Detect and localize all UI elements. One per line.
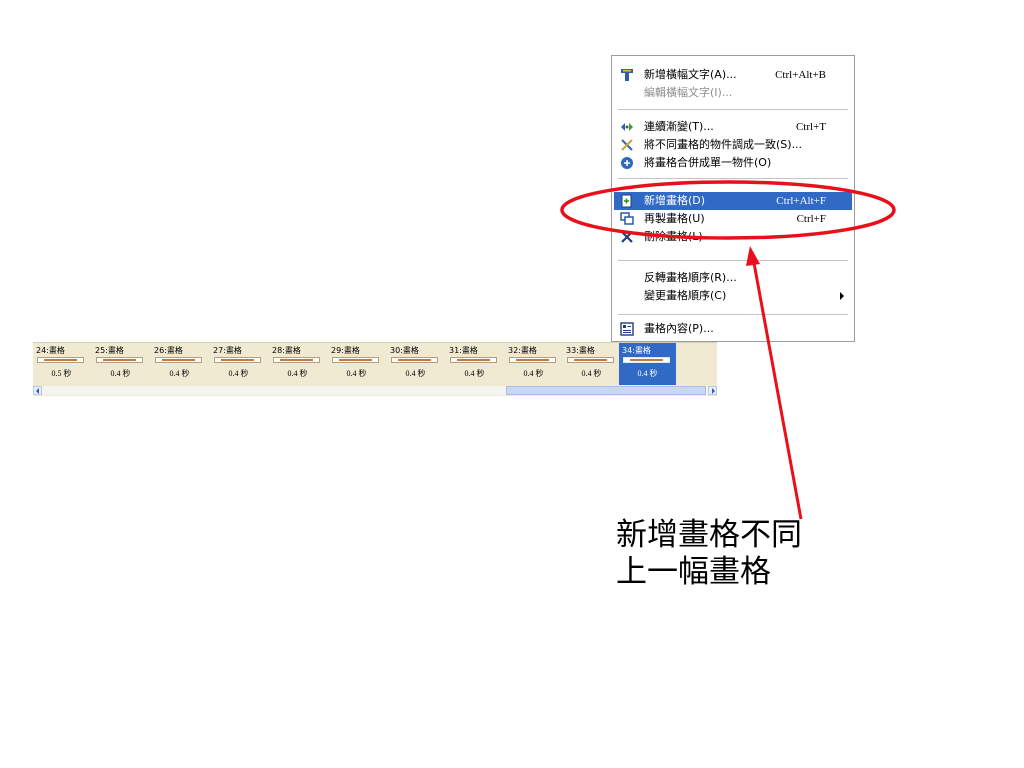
frame-delay: 0.4 秒 xyxy=(637,369,658,378)
frame-context-menu: 新增橫幅文字(A)... Ctrl+Alt+B 編輯橫幅文字(I)... 連續漸… xyxy=(611,55,855,342)
scrollbar-thumb[interactable] xyxy=(506,386,706,395)
frame-item[interactable]: 31:畫格 0.4 秒 xyxy=(446,343,503,385)
menu-item-label: 變更畫格順序(C) xyxy=(644,289,727,302)
frame-thumbnail xyxy=(450,357,497,363)
frame-name: 25:畫格 xyxy=(95,346,124,355)
menu-item-label: 新增橫幅文字(A)... xyxy=(644,68,737,81)
tween-icon xyxy=(621,123,633,131)
frame-name: 28:畫格 xyxy=(272,346,301,355)
menu-item-label: 將畫格合併成單一物件(O) xyxy=(644,156,772,169)
frame-list: 24:畫格 0.5 秒 25:畫格 0.4 秒 26:畫格 0.4 秒 27:畫… xyxy=(33,343,717,385)
frame-delay: 0.4 秒 xyxy=(405,369,426,378)
frame-name: 34:畫格 xyxy=(622,346,651,355)
frame-delay: 0.4 秒 xyxy=(464,369,485,378)
chevron-right-icon xyxy=(712,388,715,394)
frame-delay: 0.4 秒 xyxy=(110,369,131,378)
frame-name: 32:畫格 xyxy=(508,346,537,355)
menu-item-shortcut: Ctrl+Alt+B xyxy=(775,69,826,81)
frame-item[interactable]: 32:畫格 0.4 秒 xyxy=(505,343,562,385)
menu-separator xyxy=(618,314,848,315)
menu-item-tween[interactable]: 連續漸變(T)... Ctrl+T xyxy=(614,118,852,136)
frame-thumbnail xyxy=(155,357,202,363)
frame-delay: 0.4 秒 xyxy=(169,369,190,378)
frame-item[interactable]: 27:畫格 0.4 秒 xyxy=(210,343,267,385)
menu-item-shortcut: Ctrl+F xyxy=(796,213,826,225)
new-frame-icon xyxy=(621,194,632,208)
frame-delay: 0.4 秒 xyxy=(287,369,308,378)
frame-properties-icon xyxy=(620,322,634,336)
annotation-caption-line-1: 新增畫格不同 xyxy=(616,517,802,553)
frame-thumbnail xyxy=(37,357,84,363)
frame-delay: 0.4 秒 xyxy=(523,369,544,378)
menu-item-sync-objects[interactable]: 將不同畫格的物件調成一致(S)... xyxy=(614,136,852,154)
text-banner-icon xyxy=(621,69,633,81)
frame-name: 29:畫格 xyxy=(331,346,360,355)
submenu-arrow-icon xyxy=(840,292,844,300)
menu-item-label: 編輯橫幅文字(I)... xyxy=(644,86,733,99)
frame-thumbnail xyxy=(96,357,143,363)
frame-delay: 0.4 秒 xyxy=(581,369,602,378)
menu-item-reverse-frame-order[interactable]: 反轉畫格順序(R)... xyxy=(614,269,852,287)
menu-separator xyxy=(618,260,848,261)
menu-item-label: 將不同畫格的物件調成一致(S)... xyxy=(644,138,803,151)
annotation-caption: 新增畫格不同 上一幅畫格 xyxy=(616,517,856,591)
menu-item-add-frame[interactable]: 新增畫格(D) Ctrl+Alt+F xyxy=(614,192,852,210)
frame-name: 24:畫格 xyxy=(36,346,65,355)
menu-item-label: 再製畫格(U) xyxy=(644,212,705,225)
scroll-right-button[interactable] xyxy=(708,386,717,395)
frame-name: 27:畫格 xyxy=(213,346,242,355)
frame-item[interactable]: 25:畫格 0.4 秒 xyxy=(92,343,149,385)
frame-name: 30:畫格 xyxy=(390,346,419,355)
delete-frame-icon xyxy=(621,231,633,243)
frame-item[interactable]: 24:畫格 0.5 秒 xyxy=(33,343,90,385)
frame-thumbnail xyxy=(214,357,261,363)
frame-thumbnail xyxy=(509,357,556,363)
menu-item-label: 畫格內容(P)... xyxy=(644,322,714,335)
frame-thumbnail xyxy=(273,357,320,363)
menu-item-frame-properties[interactable]: 畫格內容(P)... xyxy=(614,320,852,338)
scroll-left-button[interactable] xyxy=(33,386,42,395)
frame-thumbnail xyxy=(332,357,379,363)
tools-icon xyxy=(621,139,633,151)
frame-thumbnail xyxy=(623,357,670,363)
menu-separator xyxy=(618,178,848,179)
menu-item-edit-banner-text[interactable]: 編輯橫幅文字(I)... xyxy=(614,84,852,102)
frame-item[interactable]: 29:畫格 0.4 秒 xyxy=(328,343,385,385)
duplicate-frame-icon xyxy=(620,212,634,225)
menu-item-label: 刪除畫格(L) xyxy=(644,230,703,243)
menu-item-shortcut: Ctrl+Alt+F xyxy=(776,195,826,207)
frame-item[interactable]: 33:畫格 0.4 秒 xyxy=(563,343,620,385)
frame-name: 33:畫格 xyxy=(566,346,595,355)
menu-item-label: 反轉畫格順序(R)... xyxy=(644,271,737,284)
frame-name: 31:畫格 xyxy=(449,346,478,355)
frame-item-selected[interactable]: 34:畫格 0.4 秒 xyxy=(619,343,676,385)
frame-thumbnail xyxy=(391,357,438,363)
menu-item-duplicate-frame[interactable]: 再製畫格(U) Ctrl+F xyxy=(614,210,852,228)
menu-item-label: 新增畫格(D) xyxy=(644,194,706,207)
frame-item[interactable]: 26:畫格 0.4 秒 xyxy=(151,343,208,385)
annotation-caption-line-2: 上一幅畫格 xyxy=(616,554,771,590)
menu-item-change-frame-order[interactable]: 變更畫格順序(C) xyxy=(614,287,852,305)
menu-item-delete-frame[interactable]: 刪除畫格(L) xyxy=(614,228,852,246)
frame-name: 26:畫格 xyxy=(154,346,183,355)
menu-item-merge-frames[interactable]: 將畫格合併成單一物件(O) xyxy=(614,154,852,172)
frame-delay: 0.4 秒 xyxy=(228,369,249,378)
menu-item-add-banner-text[interactable]: 新增橫幅文字(A)... Ctrl+Alt+B xyxy=(614,66,852,84)
horizontal-scrollbar[interactable] xyxy=(33,386,717,395)
frame-panel: 24:畫格 0.5 秒 25:畫格 0.4 秒 26:畫格 0.4 秒 27:畫… xyxy=(33,342,717,396)
frame-thumbnail xyxy=(567,357,614,363)
frame-item[interactable]: 30:畫格 0.4 秒 xyxy=(387,343,444,385)
merge-icon xyxy=(621,157,633,169)
frame-item[interactable]: 28:畫格 0.4 秒 xyxy=(269,343,326,385)
menu-item-label: 連續漸變(T)... xyxy=(644,120,714,133)
menu-item-shortcut: Ctrl+T xyxy=(795,121,826,133)
frame-delay: 0.5 秒 xyxy=(51,369,72,378)
menu-separator xyxy=(618,109,848,110)
frame-delay: 0.4 秒 xyxy=(346,369,367,378)
chevron-left-icon xyxy=(36,388,39,394)
